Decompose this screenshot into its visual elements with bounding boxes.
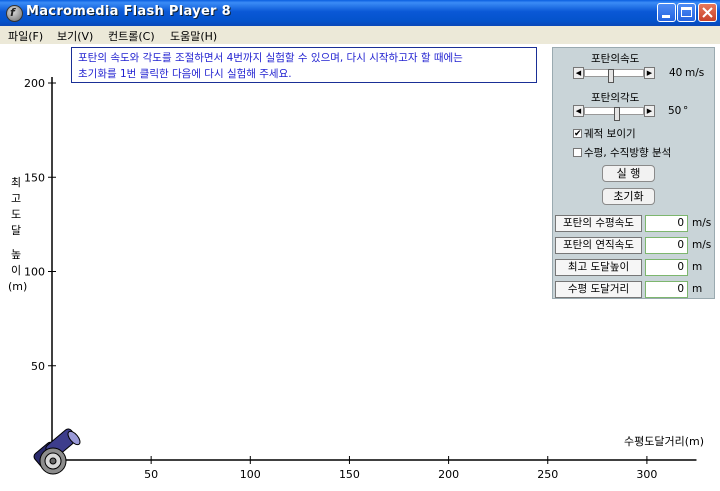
close-icon: [702, 7, 713, 18]
minimize-button[interactable]: [657, 3, 676, 22]
horizontal-speed-unit: m/s: [692, 217, 712, 229]
max-height-label: 최고 도달높이: [555, 259, 642, 276]
max-height-unit: m: [692, 261, 703, 273]
y-axis-label-char: 이: [10, 264, 22, 277]
angle-value: 50: [668, 105, 682, 117]
y-tick-label: 200: [24, 77, 45, 90]
speed-increase-arrow[interactable]: ▶: [644, 67, 655, 79]
angle-unit: °: [683, 105, 689, 117]
x-tick-label: 300: [636, 468, 657, 481]
horizontal-speed-label: 포탄의 수평속도: [555, 215, 642, 232]
menu-view[interactable]: 보기(V): [57, 28, 93, 44]
control-panel: 포탄의속도 ◀ ▶ 40 m/s 포탄의각도 ◀ ▶ 50 ° ✔ 궤적 보이기…: [552, 47, 715, 299]
speed-value: 40: [669, 67, 683, 79]
y-axis-label-char: 높: [10, 248, 22, 261]
x-tick-label: 250: [537, 468, 558, 481]
horizontal-range-value: 0: [645, 281, 688, 298]
menu-control[interactable]: 컨트롤(C): [108, 28, 155, 44]
speed-unit: m/s: [685, 67, 705, 79]
y-axis-label-char: 달: [10, 224, 22, 237]
angle-increase-arrow[interactable]: ▶: [644, 105, 655, 117]
y-axis-label-char: 최: [10, 176, 22, 189]
angle-slider-thumb[interactable]: [613, 107, 620, 121]
x-tick-label: 50: [144, 468, 158, 481]
menu-help[interactable]: 도움말(H): [170, 28, 217, 44]
vertical-speed-unit: m/s: [692, 239, 712, 251]
x-tick-label: 100: [240, 468, 261, 481]
horizontal-range-label: 수평 도달거리: [555, 281, 642, 298]
y-axis-label: 최 고 도 달 높 이 (m): [8, 175, 28, 295]
vertical-speed-label: 포탄의 연직속도: [555, 237, 642, 254]
y-tick-label: 150: [24, 171, 45, 184]
speed-slider-thumb[interactable]: [608, 69, 615, 83]
flash-app-icon[interactable]: f: [6, 5, 23, 22]
x-axis-label: 수평도달거리(m): [624, 435, 705, 448]
analyze-label: 수평, 수직방향 분석: [584, 147, 672, 159]
y-axis-label-char: 고: [10, 192, 22, 205]
cannon-icon: [33, 428, 81, 475]
menu-file[interactable]: 파일(F): [8, 28, 43, 44]
y-tick-label: 50: [31, 360, 45, 373]
x-tick-label: 150: [339, 468, 360, 481]
max-height-value: 0: [645, 259, 688, 276]
horizontal-range-unit: m: [692, 283, 703, 295]
maximize-button[interactable]: [677, 3, 696, 22]
window-title: Macromedia Flash Player 8: [26, 4, 231, 19]
run-button[interactable]: 실 행: [602, 165, 655, 182]
angle-slider-track[interactable]: [584, 107, 644, 121]
show-trajectory-label: 궤적 보이기: [584, 128, 636, 140]
angle-label: 포탄의각도: [591, 92, 640, 104]
instruction-box: 포탄의 속도와 각도를 조절하면서 4번까지 실험할 수 있으며, 다시 시작하…: [71, 47, 537, 83]
close-button[interactable]: [698, 3, 717, 22]
speed-slider[interactable]: ◀ ▶: [573, 67, 655, 83]
speed-decrease-arrow[interactable]: ◀: [573, 67, 584, 79]
minimize-icon: [662, 15, 670, 18]
x-tick-label: 200: [438, 468, 459, 481]
y-tick-label: 100: [24, 266, 45, 279]
angle-slider[interactable]: ◀ ▶: [573, 105, 655, 121]
y-axis-label-char: 도: [10, 208, 22, 221]
y-axis-label-char: (m): [8, 280, 28, 293]
analyze-checkbox[interactable]: [573, 148, 582, 157]
vertical-speed-value: 0: [645, 237, 688, 254]
speed-label: 포탄의속도: [591, 53, 640, 65]
menu-bar: 파일(F) 보기(V) 컨트롤(C) 도움말(H): [0, 26, 720, 44]
maximize-icon: [681, 7, 692, 17]
horizontal-speed-value: 0: [645, 215, 688, 232]
y-axis-label-char: [8, 239, 24, 247]
reset-button[interactable]: 초기화: [602, 188, 655, 205]
speed-slider-track[interactable]: [584, 69, 644, 83]
title-bar: f Macromedia Flash Player 8: [0, 0, 720, 26]
show-trajectory-checkbox[interactable]: ✔: [573, 129, 582, 139]
instruction-line-1: 포탄의 속도와 각도를 조절하면서 4번까지 실험할 수 있으며, 다시 시작하…: [78, 52, 463, 64]
angle-decrease-arrow[interactable]: ◀: [573, 105, 584, 117]
instruction-line-2: 초기화를 1번 클릭한 다음에 다시 실험해 주세요.: [78, 68, 292, 80]
